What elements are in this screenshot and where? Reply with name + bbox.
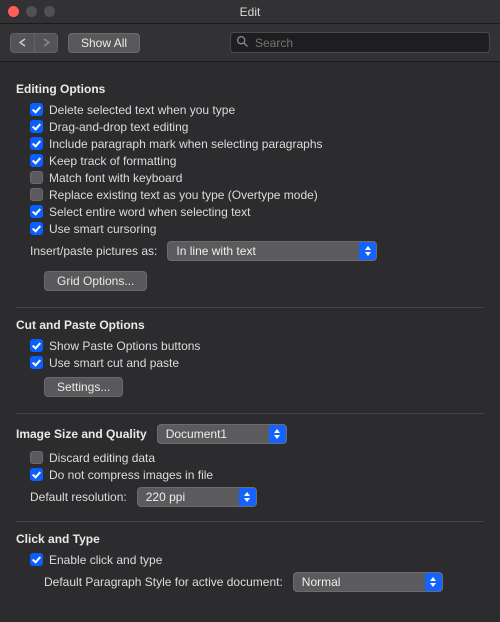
section-click-type: Click and Type Enable click and type Def… (16, 532, 484, 596)
cut-paste-settings-button[interactable]: Settings... (44, 377, 123, 397)
checkbox-label: Select entire word when selecting text (49, 205, 250, 219)
forward-button[interactable] (34, 33, 58, 53)
image-quality-list: Discard editing data Do not compress imag… (16, 449, 484, 483)
grid-options-button[interactable]: Grid Options... (44, 271, 147, 291)
default-paragraph-style-value: Normal (294, 575, 363, 589)
titlebar: Edit (0, 0, 500, 24)
checkbox-label: Discard editing data (49, 451, 155, 465)
insert-paste-row: Insert/paste pictures as: In line with t… (16, 237, 484, 265)
toolbar: Show All (0, 24, 500, 62)
close-icon[interactable] (8, 6, 19, 17)
checkbox-row: Delete selected text when you type (16, 101, 484, 118)
insert-paste-label: Insert/paste pictures as: (30, 244, 157, 258)
checkbox-label: Use smart cursoring (49, 222, 156, 236)
divider (16, 521, 484, 522)
checkbox-label: Use smart cut and paste (49, 356, 179, 370)
checkbox[interactable] (30, 356, 43, 369)
checkbox-label: Drag-and-drop text editing (49, 120, 188, 134)
minimize-icon[interactable] (26, 6, 37, 17)
checkbox-label: Include paragraph mark when selecting pa… (49, 137, 323, 151)
nav-buttons (10, 33, 58, 53)
default-paragraph-style-label: Default Paragraph Style for active docum… (44, 575, 283, 589)
checkbox[interactable] (30, 339, 43, 352)
chevrons-icon (239, 488, 256, 506)
chevrons-icon (269, 425, 286, 443)
checkbox-row: Replace existing text as you type (Overt… (16, 186, 484, 203)
zoom-icon[interactable] (44, 6, 55, 17)
window-title: Edit (0, 5, 500, 19)
insert-paste-select[interactable]: In line with text (167, 241, 377, 261)
insert-paste-value: In line with text (168, 244, 277, 258)
cut-paste-list: Show Paste Options buttons Use smart cut … (16, 337, 484, 371)
checkbox-label: Keep track of formatting (49, 154, 176, 168)
section-cut-paste: Cut and Paste Options Show Paste Options… (16, 318, 484, 403)
checkbox[interactable] (30, 188, 43, 201)
click-type-title: Click and Type (16, 532, 484, 546)
checkbox-row: Select entire word when selecting text (16, 203, 484, 220)
checkbox-label: Replace existing text as you type (Overt… (49, 188, 318, 202)
checkbox[interactable] (30, 171, 43, 184)
editing-options-title: Editing Options (16, 82, 484, 96)
default-resolution-select[interactable]: 220 ppi (137, 487, 257, 507)
checkbox-row: Keep track of formatting (16, 152, 484, 169)
search-input[interactable] (230, 32, 490, 53)
checkbox-label: Show Paste Options buttons (49, 339, 200, 353)
image-doc-select[interactable]: Document1 (157, 424, 287, 444)
enable-click-type-row: Enable click and type (16, 551, 484, 568)
divider (16, 413, 484, 414)
checkbox-label: Do not compress images in file (49, 468, 213, 482)
checkbox-label: Match font with keyboard (49, 171, 182, 185)
default-resolution-row: Default resolution: 220 ppi (16, 483, 484, 511)
checkbox-row: Include paragraph mark when selecting pa… (16, 135, 484, 152)
checkbox-label: Delete selected text when you type (49, 103, 235, 117)
enable-click-type-label: Enable click and type (49, 553, 162, 567)
checkbox[interactable] (30, 205, 43, 218)
default-resolution-value: 220 ppi (138, 490, 207, 504)
image-doc-value: Document1 (158, 427, 249, 441)
checkbox[interactable] (30, 137, 43, 150)
search-icon (236, 35, 249, 48)
checkbox-row: Drag-and-drop text editing (16, 118, 484, 135)
checkbox-row: Do not compress images in file (16, 466, 484, 483)
editing-options-list: Delete selected text when you type Drag-a… (16, 101, 484, 237)
checkbox[interactable] (30, 222, 43, 235)
checkbox[interactable] (30, 103, 43, 116)
checkbox-row: Use smart cursoring (16, 220, 484, 237)
checkbox-row: Match font with keyboard (16, 169, 484, 186)
default-resolution-label: Default resolution: (30, 490, 127, 504)
chevrons-icon (359, 242, 376, 260)
checkbox[interactable] (30, 120, 43, 133)
checkbox-row: Use smart cut and paste (16, 354, 484, 371)
checkbox-row: Show Paste Options buttons (16, 337, 484, 354)
section-image-quality: Image Size and Quality Document1 Discard… (16, 424, 484, 511)
checkbox[interactable] (30, 451, 43, 464)
search-field (230, 32, 490, 53)
image-quality-title: Image Size and Quality (16, 427, 147, 441)
checkbox-enable-click-type[interactable] (30, 553, 43, 566)
default-paragraph-style-select[interactable]: Normal (293, 572, 443, 592)
section-editing-options: Editing Options Delete selected text whe… (16, 82, 484, 297)
back-button[interactable] (10, 33, 34, 53)
window-controls (8, 6, 55, 17)
checkbox[interactable] (30, 468, 43, 481)
content: Editing Options Delete selected text whe… (0, 62, 500, 622)
checkbox-row: Discard editing data (16, 449, 484, 466)
show-all-button[interactable]: Show All (68, 33, 140, 53)
cut-paste-title: Cut and Paste Options (16, 318, 484, 332)
divider (16, 307, 484, 308)
chevrons-icon (425, 573, 442, 591)
default-paragraph-style-row: Default Paragraph Style for active docum… (16, 568, 484, 596)
checkbox[interactable] (30, 154, 43, 167)
